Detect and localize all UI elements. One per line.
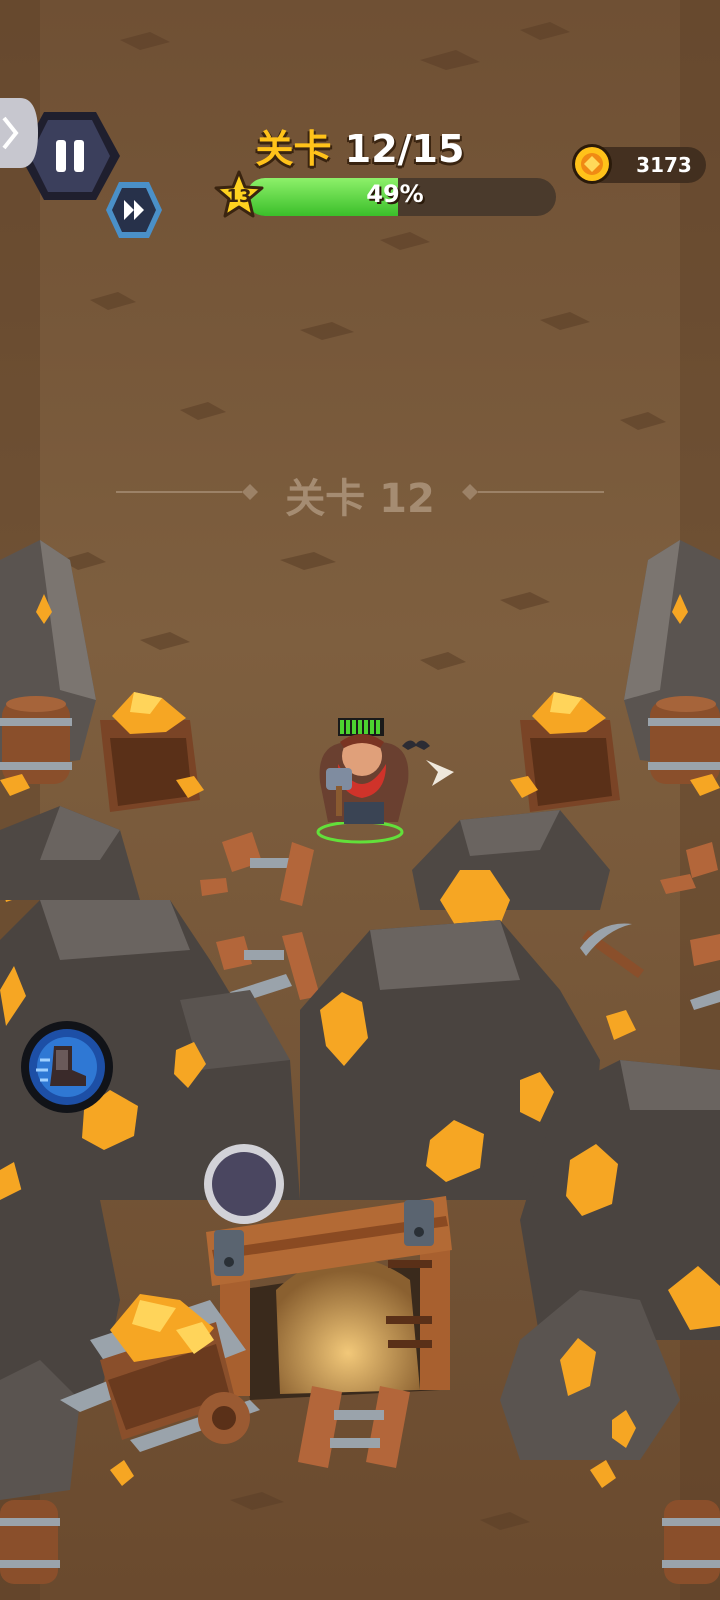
double-chevron-icon	[0, 98, 38, 168]
dash-skill-button[interactable]	[20, 1020, 114, 1114]
stage-banner-number: 12	[379, 476, 435, 522]
barrel-left	[0, 696, 72, 784]
barrel-right	[648, 696, 720, 784]
coin-icon	[570, 142, 614, 186]
level-title: 关卡 12/15	[220, 118, 500, 173]
player-level-text: 13	[226, 186, 251, 207]
virtual-joystick[interactable]	[200, 1140, 288, 1228]
level-label: 关卡	[255, 127, 332, 171]
side-menu-tab[interactable]	[0, 98, 38, 168]
stage-banner: 关卡 12	[250, 466, 470, 524]
progress-percent: 49%	[366, 180, 424, 208]
fast-forward-button[interactable]	[104, 180, 164, 240]
player-level-badge: 13	[214, 170, 264, 220]
barrel-bottom-left	[0, 1500, 60, 1584]
fast-forward-icon	[106, 182, 162, 238]
joystick-icon	[204, 1144, 284, 1224]
boot-dash-icon	[21, 1021, 113, 1113]
stage-banner-label: 关卡	[285, 476, 366, 522]
level-progress: 12/15	[344, 127, 465, 171]
coin-amount: 3173	[636, 153, 692, 177]
barrel-bottom-right	[662, 1500, 720, 1584]
